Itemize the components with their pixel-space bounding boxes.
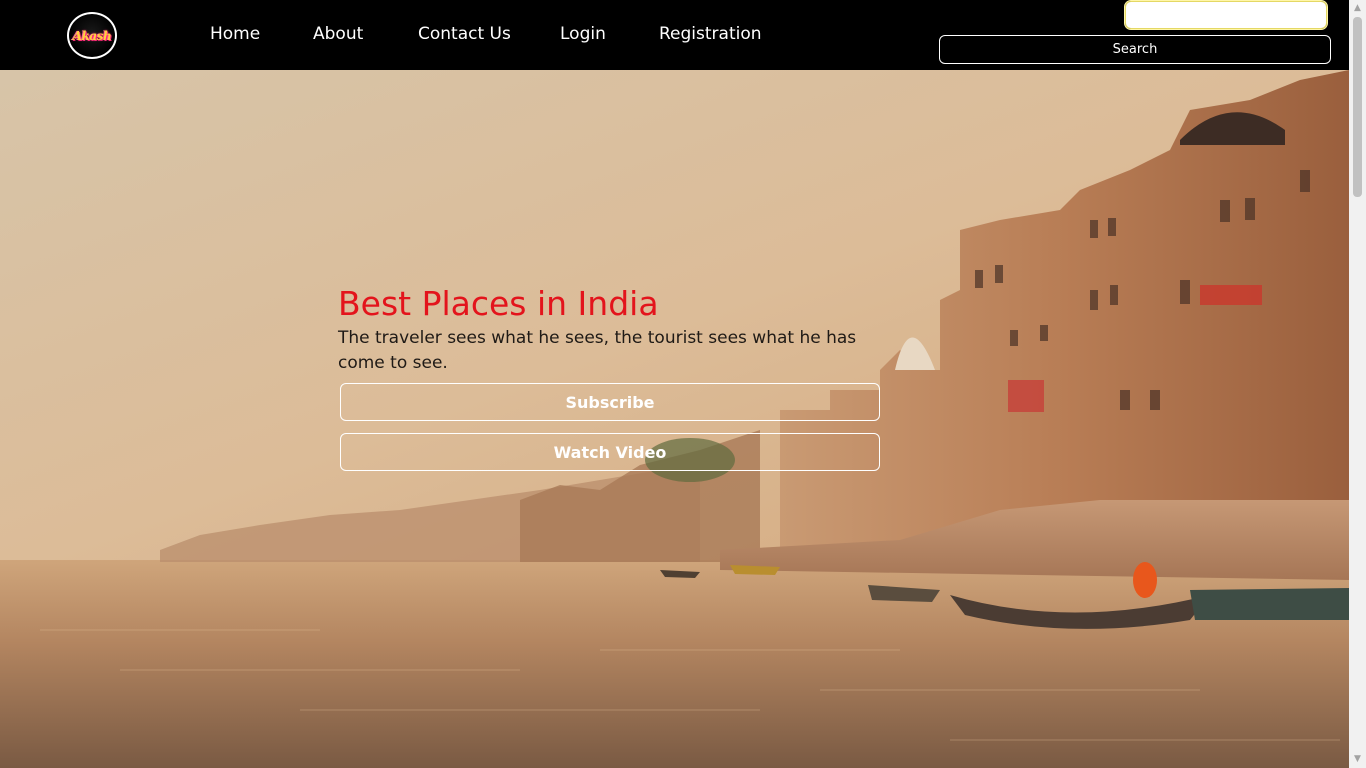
nav-link-home[interactable]: Home [210,24,260,44]
subscribe-button[interactable]: Subscribe [340,383,880,421]
logo-text: Akash [72,28,112,43]
hero-section: Best Places in India The traveler sees w… [0,70,1349,768]
triangle-up-icon[interactable]: ▲ [1349,0,1366,17]
hero-subtitle: The traveler sees what he sees, the tour… [338,328,857,373]
search-input[interactable] [1124,0,1328,30]
scrollbar-thumb[interactable] [1353,17,1362,197]
hero-title: Best Places in India [338,284,659,323]
navbar: Akash Home About Contact Us Login Regist… [0,0,1349,70]
logo[interactable]: Akash [67,12,117,59]
nav-link-login[interactable]: Login [560,24,606,44]
hero-content: Best Places in India The traveler sees w… [338,284,898,471]
nav-link-registration[interactable]: Registration [659,24,762,44]
watch-video-button[interactable]: Watch Video [340,433,880,471]
search-button[interactable]: Search [939,35,1331,64]
triangle-down-icon[interactable]: ▼ [1349,751,1366,768]
vertical-scrollbar[interactable]: ▲ ▼ [1349,0,1366,768]
nav-link-about[interactable]: About [313,24,363,44]
nav-link-contact-us[interactable]: Contact Us [418,24,511,44]
